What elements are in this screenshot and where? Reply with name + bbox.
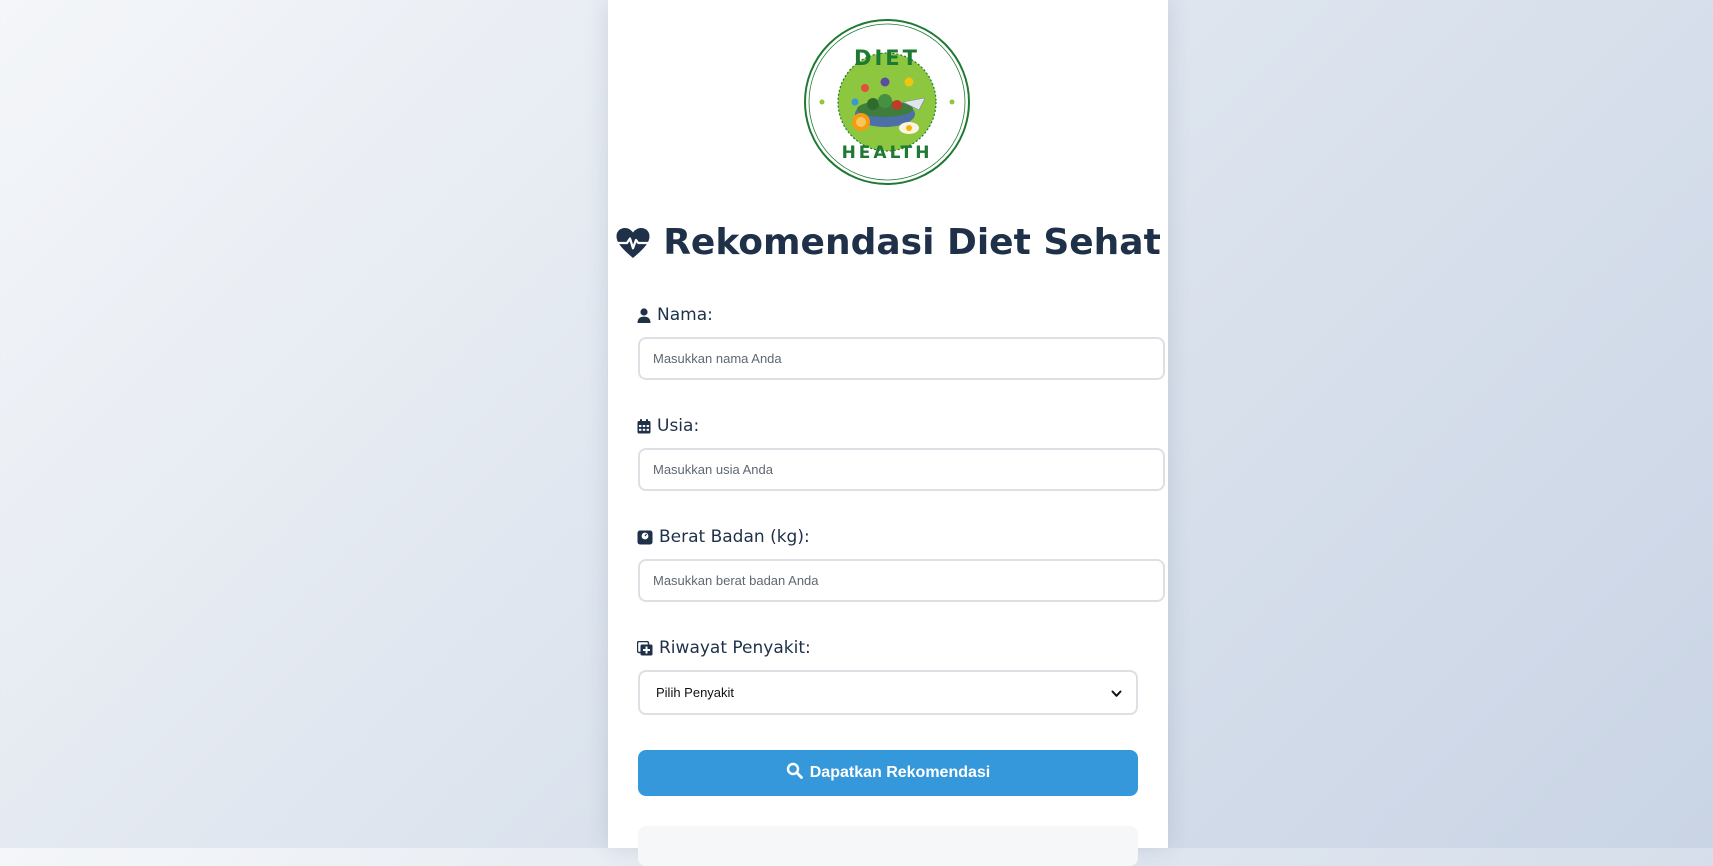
penyakit-select-value: Pilih Penyakit bbox=[656, 685, 735, 700]
submit-button-label: Dapatkan Rekomendasi bbox=[809, 764, 991, 781]
penyakit-select[interactable]: Pilih Penyakit bbox=[638, 670, 1138, 715]
nama-input[interactable] bbox=[638, 337, 1165, 380]
form-card: DIET HEALTH Rekomendasi Diet Sehat Nama: bbox=[608, 0, 1168, 866]
logo-top-text: DIET bbox=[854, 46, 920, 70]
dapatkan-rekomendasi-button[interactable]: Dapatkan Rekomendasi bbox=[638, 750, 1138, 796]
nama-label: Nama: bbox=[637, 305, 713, 325]
usia-label: Usia: bbox=[637, 416, 699, 436]
diet-health-logo: DIET HEALTH bbox=[803, 18, 971, 186]
search-icon bbox=[786, 762, 803, 784]
result-box bbox=[638, 826, 1138, 866]
page-title-text: Rekomendasi Diet Sehat bbox=[663, 222, 1161, 263]
usia-input[interactable] bbox=[638, 448, 1165, 491]
chevron-down-icon bbox=[1111, 683, 1122, 702]
berat-label-text: Berat Badan (kg): bbox=[659, 527, 810, 547]
berat-input[interactable] bbox=[638, 559, 1165, 602]
page-title: Rekomendasi Diet Sehat bbox=[608, 222, 1168, 263]
logo-bottom-text: HEALTH bbox=[842, 143, 933, 163]
penyakit-label-text: Riwayat Penyakit: bbox=[659, 638, 811, 658]
weight-scale-icon bbox=[637, 530, 653, 545]
penyakit-label: Riwayat Penyakit: bbox=[637, 638, 811, 658]
berat-label: Berat Badan (kg): bbox=[637, 527, 810, 547]
user-icon bbox=[637, 307, 651, 323]
calendar-icon bbox=[637, 418, 651, 434]
notes-medical-icon bbox=[637, 640, 653, 656]
usia-label-text: Usia: bbox=[657, 416, 700, 436]
heartbeat-icon bbox=[615, 226, 651, 260]
nama-label-text: Nama: bbox=[657, 305, 713, 325]
